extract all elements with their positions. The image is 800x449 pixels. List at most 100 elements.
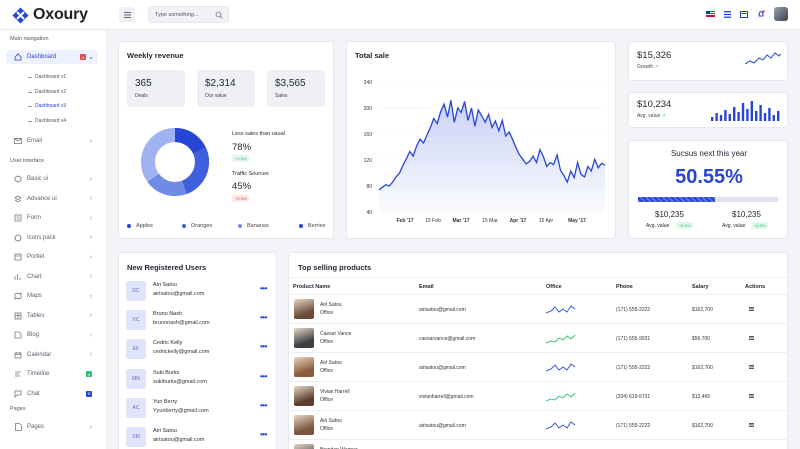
user-name: Suki Burks — [153, 369, 180, 376]
sidebar-item-label: Blog — [27, 332, 40, 338]
sidebar-item-icons-pack[interactable]: Icons pack › — [14, 231, 96, 245]
product-phone: (171) 555-2222 — [616, 423, 651, 429]
menu-toggle-button[interactable] — [119, 7, 135, 22]
table-row[interactable]: Airi Satou Office airisatou@gmail.com (171)… — [290, 352, 787, 381]
list-icon[interactable] — [724, 10, 731, 18]
more-options-icon[interactable]: ••• — [260, 284, 267, 293]
row-menu-icon[interactable] — [749, 336, 754, 342]
sidebar-subitem-dashboard-v2[interactable]: Dashboard v2 — [28, 89, 66, 95]
avg-bar — [755, 111, 758, 121]
sidebar-item-advance-ui[interactable]: Advance ui › — [14, 192, 96, 206]
sidebar-item-label: Icons pack — [27, 234, 56, 241]
growth-label-wrap: Growth ↗ — [637, 64, 659, 70]
sidebar-item-email[interactable]: Email › — [14, 134, 96, 148]
col-header-actions[interactable]: Actions — [745, 284, 765, 290]
table-row[interactable]: Airi Satou Office airisatou@gmail.com (171)… — [290, 294, 787, 323]
list-item[interactable]: MN Suki Burks sukiburks@gmail.com ••• — [126, 368, 267, 393]
list-item[interactable]: EF Cedric Kelly cedrickelly@gmail.com ••• — [126, 339, 267, 363]
y-tick-label: 160 — [364, 132, 373, 138]
user-avatar[interactable] — [774, 7, 788, 21]
more-options-icon[interactable]: ••• — [260, 342, 267, 351]
avg-bar — [746, 109, 749, 121]
weekly-revenue-title: Weekly revenue — [127, 51, 184, 60]
more-options-icon[interactable]: ••• — [260, 313, 267, 322]
sidebar-item-pages[interactable]: Pages › — [14, 420, 96, 434]
success-progress-fill — [638, 197, 715, 202]
traffic-value: 45% — [232, 181, 252, 192]
table-row[interactable]: Airi Satou Office airisatou@gmail.com (171)… — [290, 410, 787, 439]
sidebar-subitem-dashboard-v1[interactable]: Dashboard v1 — [28, 74, 66, 80]
sidebar-item-dashboard[interactable]: Dashboard 4 ⌄ — [6, 50, 98, 64]
sidebar-item-maps[interactable]: Maps › — [14, 289, 96, 303]
product-phone: (204) 619-5731 — [616, 394, 651, 400]
sidebar-item-basic-ui[interactable]: Basic ui › — [14, 172, 96, 186]
list-item[interactable]: SM Airi Satou airisatou@gmail.com ••• — [126, 427, 267, 449]
col-header-office[interactable]: Office — [546, 284, 562, 290]
more-options-icon[interactable]: ••• — [260, 401, 267, 410]
list-item[interactable]: AC Yuri Berry Yyuriberry@gmail.com ••• — [126, 397, 267, 422]
sidebar-item-label: Form — [27, 215, 41, 221]
sidebar-item-label: Email — [27, 138, 43, 144]
col-header-phone[interactable]: Phone — [616, 284, 633, 290]
product-office: Office — [320, 368, 333, 374]
stat-label: Our value — [205, 93, 227, 99]
avg-bar — [777, 111, 780, 121]
product-avatar — [294, 328, 314, 348]
sidebar-item-form[interactable]: Form › — [14, 211, 96, 225]
home-icon — [14, 53, 22, 61]
sidebar-item-tables[interactable]: Tables › — [14, 309, 96, 323]
legend-apples: Apples — [127, 223, 153, 229]
product-name: Airi Satou — [320, 418, 342, 424]
stat-label: Deals — [135, 93, 148, 99]
sidebar-item-chat[interactable]: Chat 5 — [14, 387, 96, 401]
more-options-icon[interactable]: ••• — [260, 430, 267, 439]
list-item[interactable]: VC Bruno Nash brunonash@gmail.com ••• — [126, 310, 267, 334]
table-row[interactable]: Caesar Vance Office caesarvance@gmail.com (… — [290, 323, 787, 352]
avg-bar — [724, 110, 727, 121]
stat-value: $2,314 — [205, 78, 236, 89]
legend-berries: Berries — [299, 223, 325, 229]
list-item[interactable]: DC Airi Satou airisatou@gmail.com ••• — [126, 281, 267, 305]
col-header-email[interactable]: Email — [419, 284, 434, 290]
table-row[interactable]: Vivian Harrell Office vivianharrell@gmail.… — [290, 381, 787, 410]
calendar-icon — [14, 351, 22, 359]
row-menu-icon[interactable] — [749, 394, 754, 400]
col-header-product[interactable]: Product Name — [293, 284, 330, 290]
avg-value: $10,234 — [637, 99, 672, 110]
search-icon[interactable] — [215, 11, 223, 19]
sidebar-item-timeline[interactable]: Timeline 4 — [14, 367, 96, 381]
row-menu-icon[interactable] — [749, 423, 754, 429]
avg-bar — [763, 113, 767, 121]
y-tick-label: 40 — [366, 210, 372, 216]
us-flag-icon[interactable] — [706, 11, 715, 17]
app-logo[interactable]: Oxoury — [12, 6, 88, 24]
sidebar-item-chart[interactable]: Chart › — [14, 270, 96, 284]
row-menu-icon[interactable] — [749, 365, 754, 371]
sidebar-item-label: Dashboard — [27, 54, 57, 60]
growth-value: $15,326 — [637, 50, 672, 61]
sidebar-item-portlet[interactable]: Portlet › — [14, 250, 96, 264]
sidebar-item-blog[interactable]: Blog › — [14, 328, 96, 342]
product-phone: (171) 555-9931 — [616, 336, 651, 342]
chevron-right-icon: › — [89, 137, 92, 145]
sidebar-subitem-dashboard-v4[interactable]: Dashboard v4 — [28, 118, 66, 124]
search-input[interactable]: Type something... — [148, 6, 229, 23]
notification-icon[interactable] — [757, 10, 765, 18]
chart-icon — [14, 273, 22, 281]
sidebar-item-calendar[interactable]: Calendar › — [14, 348, 96, 362]
sidebar-item-label: Chart — [27, 273, 42, 280]
chevron-right-icon: › — [89, 351, 92, 358]
avg-label: Avg. value — [637, 113, 661, 119]
card-icon[interactable] — [740, 10, 748, 18]
chevron-down-icon: ⌄ — [88, 54, 94, 61]
col-header-salary[interactable]: Salary — [692, 284, 709, 290]
stat-deals: 365 Deals — [127, 70, 185, 107]
table-row[interactable]: Brenden Wagner — [290, 439, 787, 449]
stat-label: Sales — [275, 93, 288, 99]
sidebar-subitem-dashboard-v3[interactable]: Dashboard v3 — [28, 103, 66, 109]
logo-icon — [12, 7, 29, 23]
user-initials-avatar: AC — [126, 397, 146, 418]
more-options-icon[interactable]: ••• — [260, 372, 267, 381]
row-menu-icon[interactable] — [749, 307, 754, 313]
x-tick-label: 15 Mar — [482, 218, 498, 224]
